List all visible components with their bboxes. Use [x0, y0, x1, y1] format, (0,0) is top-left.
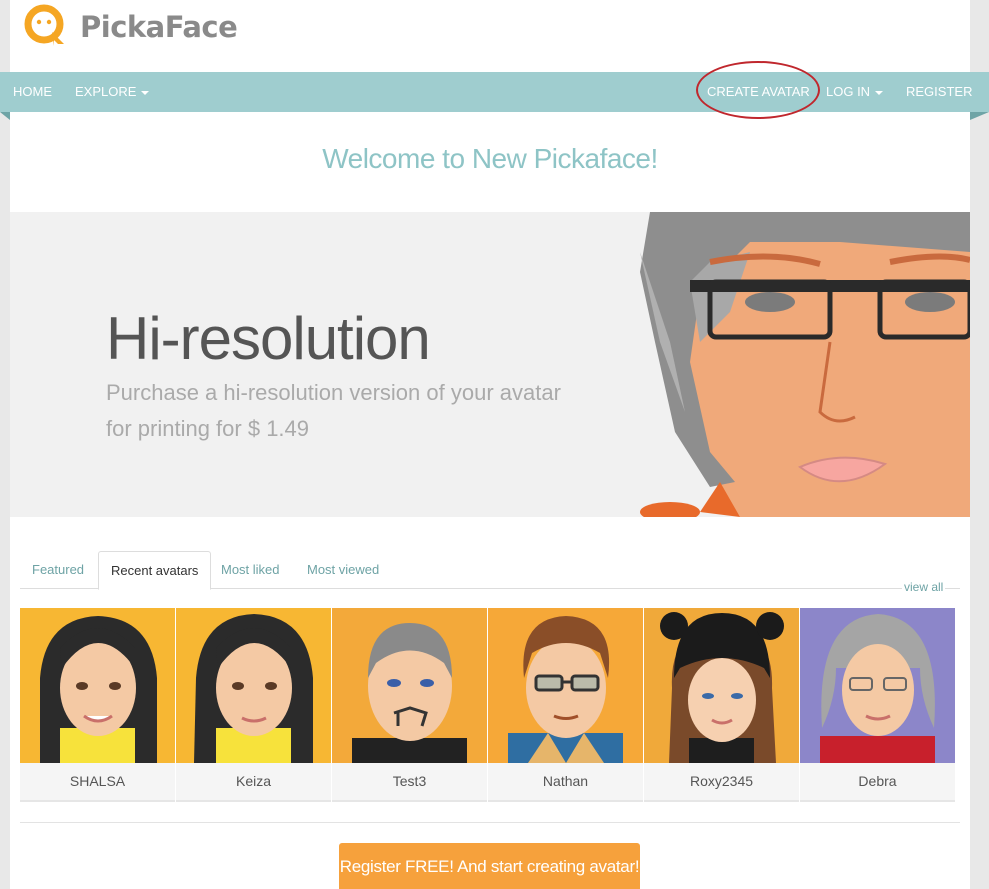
logo-text: PickaFace [80, 10, 238, 44]
avatar-image[interactable] [20, 608, 175, 763]
tab-recent-avatars[interactable]: Recent avatars [98, 551, 212, 590]
site-logo[interactable]: PickaFace [24, 4, 238, 50]
hero-subtitle-line1: Purchase a hi-resolution version of your… [106, 380, 561, 405]
avatar-image[interactable] [800, 608, 955, 763]
avatar-card[interactable]: Roxy2345 [644, 608, 799, 802]
view-all-link[interactable]: view all [902, 580, 946, 594]
avatar-card[interactable]: SHALSA [20, 608, 175, 802]
avatar-card[interactable]: Keiza [176, 608, 331, 802]
avatar-image[interactable] [332, 608, 487, 763]
nav-log-in-label: LOG IN [826, 84, 871, 99]
welcome-heading: Welcome to New Pickaface! [322, 143, 658, 174]
nav-register[interactable]: REGISTER [906, 72, 972, 112]
nav-home[interactable]: HOME [13, 72, 52, 112]
register-cta-button[interactable]: Register FREE! And start creating avatar… [339, 843, 640, 889]
tab-most-viewed[interactable]: Most viewed [295, 551, 391, 589]
avatar-card[interactable]: Debra [800, 608, 955, 802]
nav-explore[interactable]: EXPLORE [75, 72, 150, 112]
hero-title: Hi-resolution [106, 305, 431, 372]
avatar-image[interactable] [488, 608, 643, 763]
tab-most-liked[interactable]: Most liked [209, 551, 292, 589]
chevron-down-icon [875, 90, 884, 95]
avatar-tabs: Featured Recent avatars Most liked Most … [20, 551, 960, 590]
avatar-name[interactable]: Test3 [332, 763, 487, 802]
tab-featured[interactable]: Featured [20, 551, 96, 589]
avatar-card[interactable]: Nathan [488, 608, 643, 802]
avatar-name[interactable]: Keiza [176, 763, 331, 802]
avatar-name[interactable]: Nathan [488, 763, 643, 802]
avatar-face-illustration [640, 212, 970, 517]
nav-explore-label: EXPLORE [75, 84, 137, 99]
avatar-grid: SHALSA Keiza Test3 Nathan Roxy2345 Debra [20, 608, 956, 802]
avatar-image[interactable] [176, 608, 331, 763]
hero-subtitle-line2: for printing for $ 1.49 [106, 416, 310, 441]
logo-icon [24, 4, 64, 50]
avatar-card[interactable]: Test3 [332, 608, 487, 802]
avatar-name[interactable]: Debra [800, 763, 955, 802]
highlight-annotation-ellipse [696, 61, 820, 119]
avatar-name[interactable]: SHALSA [20, 763, 175, 802]
section-divider [20, 822, 960, 823]
hero-subtitle: Purchase a hi-resolution version of your… [106, 375, 576, 447]
avatar-image[interactable] [644, 608, 799, 763]
nav-log-in[interactable]: LOG IN [826, 72, 884, 112]
hero-banner[interactable]: Hi-resolution Purchase a hi-resolution v… [10, 212, 970, 517]
nav-ribbon-fold-left [0, 112, 10, 120]
nav-ribbon-fold-right [970, 112, 989, 120]
chevron-down-icon [141, 90, 150, 95]
avatar-name[interactable]: Roxy2345 [644, 763, 799, 802]
main-navbar: HOME EXPLORE CREATE AVATAR LOG IN REGIST… [0, 72, 989, 112]
